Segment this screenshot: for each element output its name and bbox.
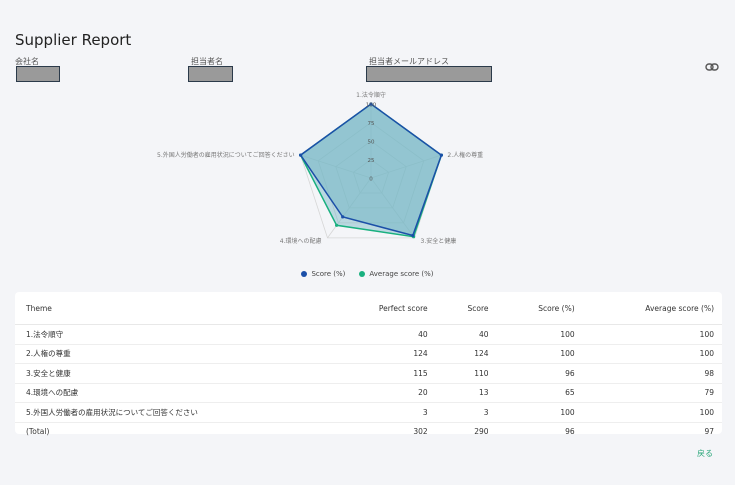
- radar-tick-label: 25: [368, 158, 375, 164]
- cell-perfect-score: 124: [329, 344, 436, 364]
- radar-axis-label: 1.法令順守: [356, 91, 386, 99]
- legend-label-score: Score (%): [311, 270, 346, 278]
- cell-score-pct: 100: [496, 344, 583, 364]
- radar-axis-label: 5.外国人労働者の雇用状況についてご回答ください: [157, 151, 295, 159]
- cell-score: 290: [474, 427, 489, 437]
- contact-name-value: [188, 66, 233, 82]
- cell-score-pct: 96: [565, 427, 575, 437]
- col-theme: Theme: [15, 292, 330, 325]
- legend-dot-average: [359, 271, 366, 277]
- cell-score: 124: [435, 344, 497, 364]
- table-row: 1.法令順守 40 40 100 100: [15, 324, 722, 345]
- legend-item-average: Average score (%): [359, 270, 434, 278]
- radar-axis-label: 2.人権の尊重: [447, 151, 483, 159]
- cell-average-score-pct: 100: [582, 324, 722, 345]
- back-link[interactable]: 戻る: [697, 448, 713, 459]
- cell-perfect-score: 115: [329, 363, 436, 384]
- radar-axis-label: 4.環境への配慮: [280, 237, 322, 245]
- cell-score: 13: [435, 383, 497, 403]
- radar-point: [335, 223, 339, 227]
- cell-average-score-pct: 100: [582, 344, 722, 364]
- cell-perfect-score: 3: [329, 402, 436, 423]
- contact-email-value: [366, 66, 492, 82]
- radar-tick-label: 0: [369, 177, 373, 183]
- cell-average-score-pct: 97: [704, 427, 714, 437]
- radar-tick-label: 75: [368, 121, 375, 127]
- link-icon[interactable]: [705, 62, 719, 72]
- cell-theme: 5.外国人労働者の雇用状況についてご回答ください: [15, 402, 330, 423]
- col-average-score-pct: Average score (%): [582, 292, 722, 325]
- legend-item-score: Score (%): [301, 270, 345, 278]
- cell-theme: 4.環境への配慮: [15, 383, 330, 403]
- table-header-row: Theme Perfect score Score Score (%) Aver…: [15, 292, 722, 325]
- cell-theme: 3.安全と健康: [15, 363, 330, 384]
- table-row: 4.環境への配慮 20 13 65 79: [15, 383, 722, 403]
- cell-score-pct: 100: [496, 402, 583, 423]
- cell-score-pct: 65: [496, 383, 583, 403]
- radar-axis-label: 3.安全と健康: [421, 237, 457, 245]
- chart-legend: Score (%) Average score (%): [0, 270, 735, 278]
- cell-score-pct: 100: [496, 324, 583, 345]
- col-score: Score: [435, 292, 497, 325]
- cell-theme: 1.法令順守: [15, 324, 330, 345]
- legend-label-average: Average score (%): [369, 270, 434, 278]
- col-score-pct: Score (%): [496, 292, 583, 325]
- cell-average-score-pct: 100: [582, 402, 722, 423]
- legend-dot-score: [301, 271, 308, 277]
- table-row: 3.安全と健康 115 110 96 98: [15, 363, 722, 384]
- cell-average-score-pct: 79: [582, 383, 722, 403]
- radar-tick-label: 50: [368, 140, 375, 146]
- radar-point: [299, 153, 303, 157]
- cell-theme: 2.人権の尊重: [15, 344, 330, 364]
- radar-tick-label: 100: [366, 103, 377, 109]
- radar-point: [341, 215, 345, 219]
- score-table: Theme Perfect score Score Score (%) Aver…: [15, 292, 722, 441]
- cell-score-pct: 96: [496, 363, 583, 384]
- cell-score: 40: [435, 324, 497, 345]
- cell-perfect-score: 302: [413, 427, 428, 437]
- cell-perfect-score: 40: [329, 324, 436, 345]
- table-row: 5.外国人労働者の雇用状況についてご回答ください 3 3 100 100: [15, 402, 722, 423]
- table-total-row: (Total) 302 290 96 97: [15, 422, 722, 441]
- cell-score: 110: [435, 363, 497, 384]
- cell-score: 3: [435, 402, 497, 423]
- page-title: Supplier Report: [15, 31, 132, 49]
- cell-average-score-pct: 98: [582, 363, 722, 384]
- cell-perfect-score: 20: [329, 383, 436, 403]
- cell-theme: (Total): [26, 427, 50, 437]
- radar-point: [411, 233, 415, 238]
- company-name-value: [16, 66, 60, 82]
- radar-point: [439, 153, 443, 157]
- table-row: 2.人権の尊重 124 124 100 100: [15, 344, 722, 364]
- score-table-card: Theme Perfect score Score Score (%) Aver…: [15, 292, 722, 436]
- col-perfect-score: Perfect score: [329, 292, 436, 325]
- radar-chart: 100 75 50 25 0 1.法令順守 2.人権の尊重 3.安全と健康 4.環境への配慮 5.…: [157, 91, 483, 245]
